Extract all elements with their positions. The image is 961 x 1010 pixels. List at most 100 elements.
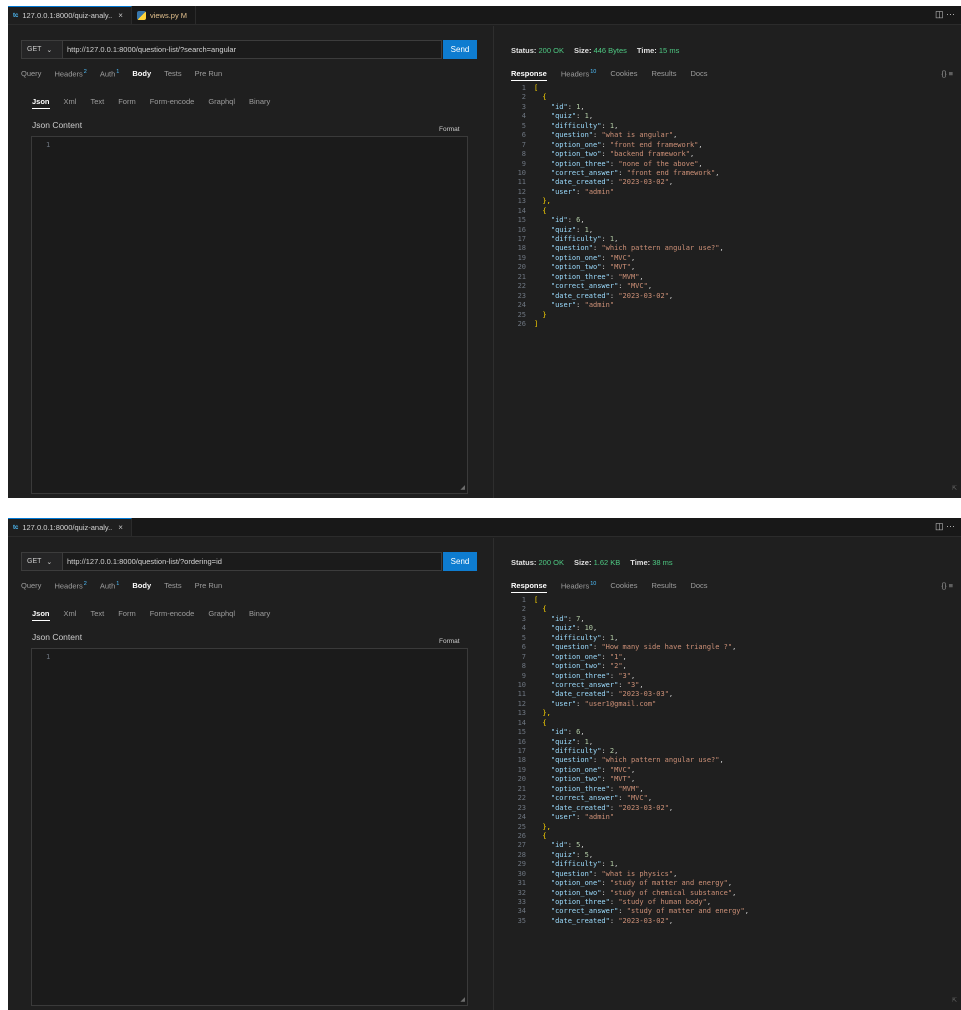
code-line: 10 "correct_answer": "3", [504,681,961,690]
body-tab-text[interactable]: Text [90,97,104,109]
body-tab-graphql[interactable]: Graphql [208,609,235,621]
body-tab-binary[interactable]: Binary [249,609,270,621]
tab-query[interactable]: Query [21,69,41,79]
response-json: 1[2 {3 "id": 7, 4 "quiz": 10, 5 "difficult… [504,596,961,926]
json-string-value: backend framework [614,150,686,159]
tab-headers[interactable]: Headers2 [54,69,86,79]
body-tab-xml[interactable]: Xml [64,609,77,621]
res-tab-cookies[interactable]: Cookies [610,581,637,593]
json-body-editor[interactable]: 1 ◢ [31,648,468,1006]
close-icon[interactable]: × [118,523,123,532]
line-number: 21 [517,272,526,281]
line-number: 20 [517,263,526,272]
count-badge: 1 [116,581,120,587]
tab-label: Headers [560,69,590,79]
tab-views-py[interactable]: views.py M [132,6,197,24]
res-tab-response[interactable]: Response [511,581,547,593]
code-line: 16 "quiz": 1, [504,226,961,235]
code-text: }, [534,197,551,206]
json-string-value: admin [588,301,610,310]
format-button[interactable]: Format [439,638,460,645]
line-number: 17 [517,747,526,755]
method-label: GET [27,46,42,53]
resize-handle-icon[interactable]: ⇱ [952,485,957,492]
body-tab-form-encode[interactable]: Form-encode [150,97,195,109]
send-button[interactable]: Send [443,552,477,571]
json-value: "admin" [584,187,615,196]
body-tab-json[interactable]: Json [32,97,50,109]
json-view-icon[interactable]: {} ≡ [942,69,953,78]
res-tab-headers[interactable]: Headers10 [561,69,596,81]
json-view-icon[interactable]: {} ≡ [942,581,953,590]
json-string-value: what is physics [605,869,669,878]
tab-body[interactable]: Body [132,69,151,79]
tab-pre-run[interactable]: Pre Run [195,581,223,591]
code-line: 8 "option_two": "2", [504,662,961,671]
json-value: "which pattern angular use?" [601,244,720,253]
code-text: "option_three": "MVM", [550,784,644,793]
code-line: 25 } [504,311,961,320]
body-tab-form[interactable]: Form [118,97,136,109]
line-number: 23 [517,291,526,300]
json-body-editor[interactable]: 1 ◢ [31,136,468,494]
split-editor-icon[interactable]: ◫ ··· [935,9,955,20]
res-tab-headers[interactable]: Headers10 [561,581,596,593]
code-line: 17 "difficulty": 2, [504,747,961,756]
json-value: "2023-03-02" [618,803,669,812]
resize-handle-icon[interactable]: ◢ [460,484,465,491]
res-tab-docs[interactable]: Docs [690,581,707,593]
code-line: 31 "option_one": "study of matter and en… [504,879,961,888]
code-text: { [534,718,547,727]
close-icon[interactable]: × [118,11,123,20]
format-button[interactable]: Format [439,126,460,133]
res-tab-results[interactable]: Results [651,69,676,81]
time-field: Time: 15 ms [637,46,679,55]
body-tab-form[interactable]: Form [118,609,136,621]
body-tab-xml[interactable]: Xml [64,97,77,109]
tab-pre-run[interactable]: Pre Run [195,69,223,79]
res-tab-response[interactable]: Response [511,69,547,81]
tab-headers[interactable]: Headers2 [54,581,86,591]
tab-query[interactable]: Query [21,581,41,591]
tab-request[interactable]: tc 127.0.0.1:8000/quiz-analy.. × [8,518,132,536]
json-value: "user1@gmail.com" [584,699,657,708]
line-number: 3 [521,614,526,623]
tab-tests[interactable]: Tests [164,581,182,591]
json-value: "which pattern angular use?" [601,756,720,765]
api-client-window-ordering: tc 127.0.0.1:8000/quiz-analy.. × ◫ ··· GET ⌄ h… [8,518,961,1010]
tab-label: Cookies [610,69,638,78]
tab-body[interactable]: Body [132,581,151,591]
res-tab-docs[interactable]: Docs [690,69,707,81]
tab-label: Body [132,69,152,78]
body-tab-graphql[interactable]: Graphql [208,97,235,109]
tab-request[interactable]: tc 127.0.0.1:8000/quiz-analy.. × [8,6,132,24]
tab-label: Headers [54,581,83,591]
code-line: 10 "correct_answer": "front end framewor… [504,169,961,178]
tab-tests[interactable]: Tests [164,69,182,79]
body-tab-binary[interactable]: Binary [249,97,270,109]
split-editor-icon[interactable]: ◫ ··· [935,521,955,532]
line-number: 31 [517,879,526,888]
resize-handle-icon[interactable]: ⇱ [952,997,957,1004]
url-input[interactable]: http://127.0.0.1:8000/question-list/?ord… [63,552,442,571]
method-select[interactable]: GET ⌄ [21,552,63,571]
res-tab-results[interactable]: Results [651,581,676,593]
url-input[interactable]: http://127.0.0.1:8000/question-list/?sea… [63,40,442,59]
line-number: 1 [46,141,51,149]
code-line: 4 "quiz": 1, [504,112,961,121]
code-line: 25 }, [504,823,961,832]
tab-auth[interactable]: Auth1 [100,581,120,591]
send-button[interactable]: Send [443,40,477,59]
tab-auth[interactable]: Auth1 [100,69,120,79]
body-tab-json[interactable]: Json [32,609,50,621]
resize-handle-icon[interactable]: ◢ [460,996,465,1003]
method-select[interactable]: GET ⌄ [21,40,63,59]
json-content-label: Json Content [32,632,83,642]
line-number: 33 [517,898,526,906]
status-label: Status: [511,46,537,55]
json-value: "MVM" [618,272,640,281]
body-tab-form-encode[interactable]: Form-encode [150,609,195,621]
body-tab-text[interactable]: Text [90,609,104,621]
res-tab-cookies[interactable]: Cookies [610,69,637,81]
json-string-value: MVT [614,263,627,272]
